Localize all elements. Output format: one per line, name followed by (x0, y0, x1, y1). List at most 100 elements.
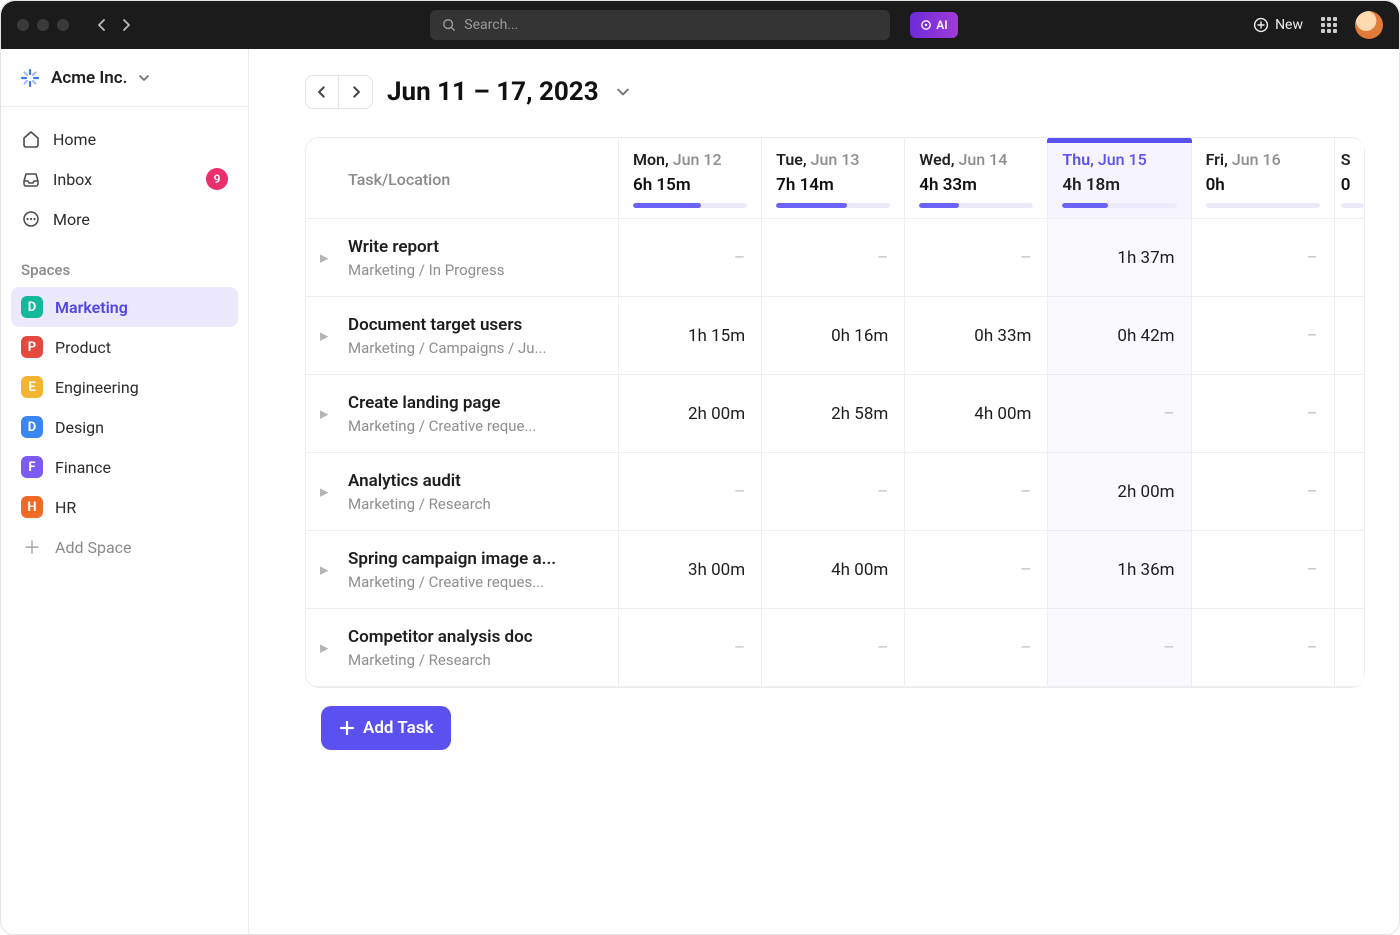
sidebar-space-engineering[interactable]: E Engineering (11, 367, 238, 407)
time-cell[interactable]: – (1191, 297, 1334, 375)
time-cell[interactable]: – (905, 219, 1048, 297)
time-cell[interactable]: – (1048, 375, 1191, 453)
time-cell[interactable]: – (1191, 453, 1334, 531)
topbar: Search... AI New (1, 1, 1399, 49)
time-cell[interactable]: – (905, 609, 1048, 687)
task-row[interactable]: ▶ Document target users Marketing / Camp… (306, 297, 1365, 375)
time-cell[interactable]: – (619, 219, 762, 297)
sidebar-item-more[interactable]: More (11, 199, 238, 239)
nav-back-button[interactable] (93, 16, 111, 34)
time-cell-overflow (1334, 609, 1364, 687)
expand-caret-icon[interactable]: ▶ (320, 407, 328, 420)
task-column-header: Task/Location (306, 138, 619, 219)
time-cell[interactable]: – (1191, 375, 1334, 453)
date-range: Jun 11 – 17, 2023 (387, 77, 599, 107)
space-label: Marketing (55, 298, 128, 317)
day-column-header[interactable]: Tue, Jun 13 7h 14m (762, 138, 905, 219)
sidebar-item-home[interactable]: Home (11, 119, 238, 159)
history-nav (93, 16, 135, 34)
task-cell[interactable]: ▶ Create landing page Marketing / Creati… (306, 375, 619, 453)
sidebar-item-inbox[interactable]: Inbox 9 (11, 159, 238, 199)
sidebar-item-label: Inbox (53, 170, 92, 189)
time-cell[interactable]: 0h 33m (905, 297, 1048, 375)
add-task-label: Add Task (363, 718, 433, 738)
sidebar-space-hr[interactable]: H HR (11, 487, 238, 527)
sidebar-space-finance[interactable]: F Finance (11, 447, 238, 487)
new-button[interactable]: New (1253, 17, 1303, 33)
task-row[interactable]: ▶ Create landing page Marketing / Creati… (306, 375, 1365, 453)
add-space-button[interactable]: ＋ Add Space (11, 527, 238, 567)
time-cell[interactable]: – (762, 453, 905, 531)
time-cell[interactable]: 1h 36m (1048, 531, 1191, 609)
global-search-input[interactable]: Search... (430, 10, 890, 40)
task-path: Marketing / Research (348, 651, 604, 669)
time-cell[interactable]: – (1191, 219, 1334, 297)
search-placeholder: Search... (464, 17, 518, 33)
time-cell[interactable]: – (619, 609, 762, 687)
prev-week-button[interactable] (305, 75, 339, 109)
expand-caret-icon[interactable]: ▶ (320, 563, 328, 576)
expand-caret-icon[interactable]: ▶ (320, 251, 328, 264)
add-task-button[interactable]: Add Task (321, 706, 451, 750)
task-path: Marketing / In Progress (348, 261, 604, 279)
time-cell[interactable]: 1h 37m (1048, 219, 1191, 297)
workspace-switcher[interactable]: Acme Inc. (1, 49, 248, 107)
task-row[interactable]: ▶ Spring campaign image a... Marketing /… (306, 531, 1365, 609)
sidebar-space-marketing[interactable]: D Marketing (11, 287, 238, 327)
ai-button[interactable]: AI (910, 12, 957, 38)
sidebar-item-label: More (53, 210, 90, 229)
time-cell[interactable]: – (762, 219, 905, 297)
day-column-header[interactable]: Thu, Jun 15 4h 18m (1048, 138, 1191, 219)
task-cell[interactable]: ▶ Spring campaign image a... Marketing /… (306, 531, 619, 609)
apps-grid-icon[interactable] (1321, 17, 1337, 33)
time-cell[interactable]: – (905, 531, 1048, 609)
expand-caret-icon[interactable]: ▶ (320, 485, 328, 498)
time-cell[interactable]: 1h 15m (619, 297, 762, 375)
expand-caret-icon[interactable]: ▶ (320, 329, 328, 342)
task-title: Create landing page (348, 393, 604, 413)
task-row[interactable]: ▶ Competitor analysis doc Marketing / Re… (306, 609, 1365, 687)
time-cell[interactable]: – (619, 453, 762, 531)
space-label: Engineering (55, 378, 139, 397)
day-column-header[interactable]: Mon, Jun 12 6h 15m (619, 138, 762, 219)
task-cell[interactable]: ▶ Write report Marketing / In Progress (306, 219, 619, 297)
time-cell[interactable]: – (1048, 609, 1191, 687)
time-cell[interactable]: 2h 00m (619, 375, 762, 453)
space-label: Design (55, 418, 104, 437)
task-cell[interactable]: ▶ Document target users Marketing / Camp… (306, 297, 619, 375)
day-column-header[interactable]: Fri, Jun 16 0h (1191, 138, 1334, 219)
window-traffic-lights (17, 19, 69, 31)
time-cell[interactable]: – (905, 453, 1048, 531)
time-cell[interactable]: 4h 00m (905, 375, 1048, 453)
date-range-dropdown[interactable] (617, 86, 629, 98)
time-cell[interactable]: 3h 00m (619, 531, 762, 609)
time-cell[interactable]: – (762, 609, 905, 687)
time-cell[interactable]: 4h 00m (762, 531, 905, 609)
time-cell[interactable]: 2h 00m (1048, 453, 1191, 531)
user-avatar[interactable] (1355, 11, 1383, 39)
sidebar-space-design[interactable]: D Design (11, 407, 238, 447)
space-chip-icon: P (21, 336, 43, 358)
task-path: Marketing / Campaigns / Ju... (348, 339, 604, 357)
time-cell[interactable]: 0h 16m (762, 297, 905, 375)
task-path: Marketing / Research (348, 495, 604, 513)
time-cell[interactable]: 2h 58m (762, 375, 905, 453)
task-row[interactable]: ▶ Analytics audit Marketing / Research––… (306, 453, 1365, 531)
task-row[interactable]: ▶ Write report Marketing / In Progress––… (306, 219, 1365, 297)
expand-caret-icon[interactable]: ▶ (320, 641, 328, 654)
day-column-header[interactable]: Wed, Jun 14 4h 33m (905, 138, 1048, 219)
nav-forward-button[interactable] (117, 16, 135, 34)
sidebar-space-product[interactable]: P Product (11, 327, 238, 367)
time-cell-overflow (1334, 297, 1364, 375)
task-cell[interactable]: ▶ Analytics audit Marketing / Research (306, 453, 619, 531)
task-path: Marketing / Creative reques... (348, 573, 604, 591)
task-cell[interactable]: ▶ Competitor analysis doc Marketing / Re… (306, 609, 619, 687)
time-cell[interactable]: 0h 42m (1048, 297, 1191, 375)
time-cell[interactable]: – (1191, 531, 1334, 609)
plus-icon (339, 720, 355, 736)
next-week-button[interactable] (339, 75, 373, 109)
time-cell[interactable]: – (1191, 609, 1334, 687)
workspace-name: Acme Inc. (51, 68, 127, 88)
space-chip-icon: D (21, 296, 43, 318)
main-area: Jun 11 – 17, 2023 Task/LocationMon, Jun … (249, 49, 1399, 934)
